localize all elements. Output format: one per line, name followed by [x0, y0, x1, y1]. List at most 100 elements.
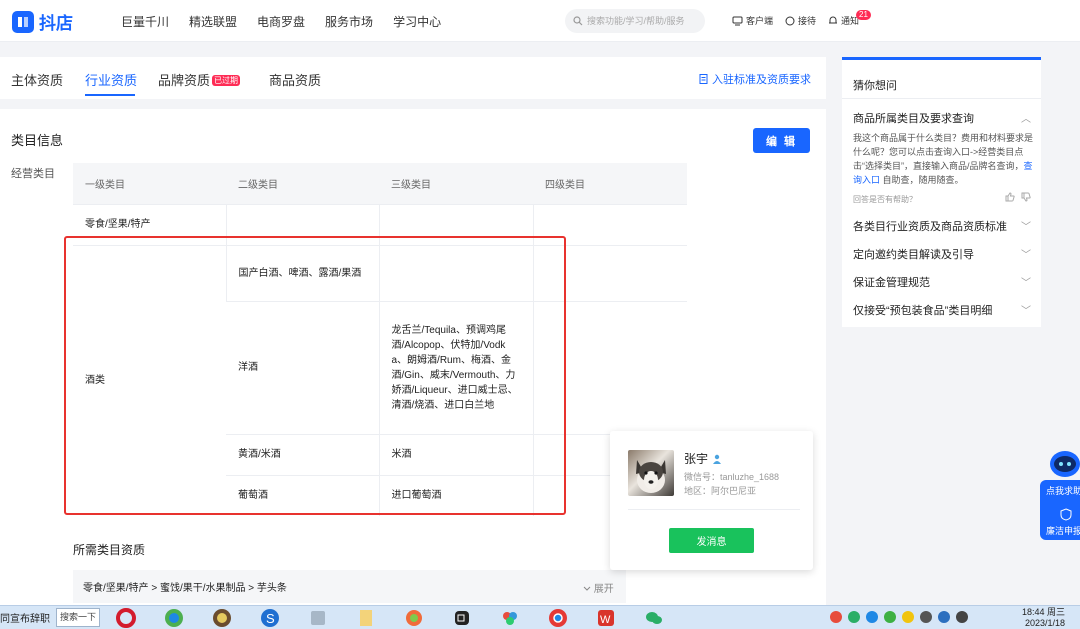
required-qualification-row[interactable]: 零食/坚果/特产 > 蜜饯/果干/水果制品 > 芋头条 — [73, 570, 626, 603]
tray-s-icon[interactable] — [830, 611, 842, 623]
notepad-icon[interactable] — [348, 607, 384, 629]
search-input[interactable] — [587, 16, 695, 26]
cell-level4 — [532, 300, 687, 434]
chevron-down-icon: ﹀ — [1021, 222, 1031, 233]
cell-level3 — [378, 203, 533, 245]
header-level3: 三级类目 — [379, 163, 533, 204]
integrity-report-button[interactable]: 廉洁申报 — [1046, 524, 1080, 537]
logo[interactable]: 抖店 — [12, 9, 73, 34]
clock-time: 18:44 周三 — [1021, 607, 1065, 617]
document-icon — [699, 74, 708, 84]
help-answer-text-b: 自助查，随用随查。 — [880, 175, 964, 185]
cell-level3: 龙舌兰/Tequila、预调鸡尾酒/Alcopop、伏特加/Vodka、朗姆酒/… — [378, 300, 533, 434]
section-title: 类目信息 — [11, 133, 64, 148]
clock[interactable]: 18:44 周三 2023/1/18 — [1009, 607, 1065, 629]
tray-network-icon[interactable] — [866, 611, 878, 623]
chevron-up-icon: ︿ — [1021, 114, 1031, 125]
bell-icon — [829, 16, 838, 24]
drive-icon[interactable] — [300, 607, 336, 629]
table-row: 酒类 国产白酒、啤酒、露酒/果酒 — [73, 244, 687, 516]
sogou-icon[interactable]: S — [252, 607, 288, 629]
tray-security-icon[interactable] — [884, 611, 896, 623]
entry-standards-label: 入驻标准及资质要求 — [712, 74, 811, 86]
active-tab-indicator — [85, 94, 135, 96]
tab-brand-label: 品牌资质 — [158, 73, 211, 88]
nav-item-compass[interactable]: 电商罗盘 — [257, 13, 305, 30]
media-player-icon[interactable] — [204, 607, 240, 629]
news-ticker[interactable]: 同宣布辞职 — [0, 610, 50, 625]
nav-item-market[interactable]: 服务市场 — [325, 13, 373, 30]
chrome-icon[interactable] — [540, 607, 576, 629]
cloud-app-icon[interactable] — [492, 607, 528, 629]
help-question-category-query[interactable]: 商品所属类目及要求查询 ︿ — [853, 110, 1031, 126]
chevron-down-icon: ﹀ — [1021, 250, 1031, 261]
nav-item-alliance[interactable]: 精选联盟 — [189, 13, 237, 30]
shield-icon — [1060, 508, 1072, 521]
expand-button[interactable]: 展开 — [583, 580, 614, 595]
help-question-label: 定向邀约类目解读及引导 — [853, 249, 974, 261]
reception-button[interactable]: 接待 — [785, 14, 816, 27]
help-request-button[interactable]: 点我求助 — [1046, 484, 1080, 497]
taskbar-apps: S W — [108, 607, 684, 629]
svg-text:W: W — [600, 614, 611, 626]
send-message-button[interactable]: 发消息 — [669, 528, 754, 553]
category-path: 零食/坚果/特产 > 蜜饯/果干/水果制品 > 芋头条 — [83, 583, 287, 594]
os-taskbar: 同宣布辞职 搜索一下 S W 18:44 周三 2023/1/18 — [0, 605, 1080, 629]
help-question[interactable]: 保证金管理规范 ﹀ — [853, 274, 1031, 290]
wechat-icon[interactable] — [636, 607, 672, 629]
divider — [628, 509, 800, 510]
top-actions: 客户端 接待 通知 21 — [732, 10, 871, 27]
tray-input-icon[interactable] — [956, 611, 968, 623]
category-table: 一级类目 二级类目 三级类目 四级类目 零食/坚果/特产 酒类 国产白酒、啤酒、… — [73, 163, 687, 516]
entry-standards-link[interactable]: 入驻标准及资质要求 — [699, 71, 811, 87]
client-label: 客户端 — [746, 16, 774, 26]
tab-subject[interactable]: 主体资质 — [11, 70, 63, 89]
help-question-label: 保证金管理规范 — [853, 277, 930, 289]
thumbs-up-icon[interactable] — [1005, 192, 1015, 202]
tray-app-icon[interactable] — [902, 611, 914, 623]
nav-item-learning[interactable]: 学习中心 — [393, 13, 441, 30]
edit-button[interactable]: 编 辑 — [753, 128, 810, 153]
client-button[interactable]: 客户端 — [732, 14, 773, 27]
search-icon — [573, 16, 583, 26]
nav-item-qianchuan[interactable]: 巨量千川 — [121, 13, 169, 30]
opera-icon[interactable] — [108, 607, 144, 629]
search-box[interactable] — [565, 9, 705, 33]
tab-industry[interactable]: 行业资质 — [85, 70, 137, 89]
taskbar-search[interactable]: 搜索一下 — [56, 608, 100, 627]
header-level4: 四级类目 — [533, 163, 687, 204]
tray-volume-icon[interactable] — [920, 611, 932, 623]
expired-badge: 已过期 — [212, 75, 241, 86]
cell-level3 — [378, 244, 533, 301]
assistant-robot-icon[interactable] — [1046, 446, 1080, 480]
user-icon — [713, 454, 722, 464]
headset-icon — [785, 16, 795, 25]
notify-button[interactable]: 通知 21 — [828, 10, 871, 27]
help-question[interactable]: 仅接受“预包装食品”类目明细 ﹀ — [853, 302, 1031, 318]
tab-product[interactable]: 商品资质 — [269, 70, 321, 89]
svg-text:S: S — [266, 611, 275, 626]
video-call-icon[interactable] — [444, 607, 480, 629]
cell-level3: 进口葡萄酒 — [378, 474, 533, 516]
help-question[interactable]: 定向邀约类目解读及引导 ﹀ — [853, 246, 1031, 262]
table-row: 零食/坚果/特产 — [73, 203, 687, 245]
help-answer: 我这个商品属于什么类目？费用和材料要求是什么呢？您可以点击查询入口->经营类目点… — [853, 131, 1033, 187]
thumbs-down-icon[interactable] — [1021, 192, 1031, 202]
help-question-label: 商品所属类目及要求查询 — [853, 113, 974, 125]
required-qualification-title: 所需类目资质 — [73, 543, 146, 557]
header-level1: 一级类目 — [73, 163, 226, 204]
help-question-label: 各类目行业资质及商品资质标准 — [853, 221, 1007, 233]
help-question[interactable]: 各类目行业资质及商品资质标准 ﹀ — [853, 218, 1031, 234]
cell-level2: 黄酒/米酒 — [226, 433, 379, 475]
contact-name-row: 张宇 — [684, 450, 722, 467]
tab-brand[interactable]: 品牌资质 已过期 — [158, 70, 241, 89]
chevron-down-icon: ﹀ — [1021, 306, 1031, 317]
header-level2: 二级类目 — [226, 163, 379, 204]
tray-wechat-icon[interactable] — [848, 611, 860, 623]
photos-icon[interactable] — [396, 607, 432, 629]
wps-icon[interactable]: W — [588, 607, 624, 629]
cell-level2: 洋酒 — [226, 300, 379, 434]
tray-display-icon[interactable] — [938, 611, 950, 623]
browser-360-icon[interactable] — [156, 607, 192, 629]
cell-level3: 米酒 — [378, 433, 533, 475]
